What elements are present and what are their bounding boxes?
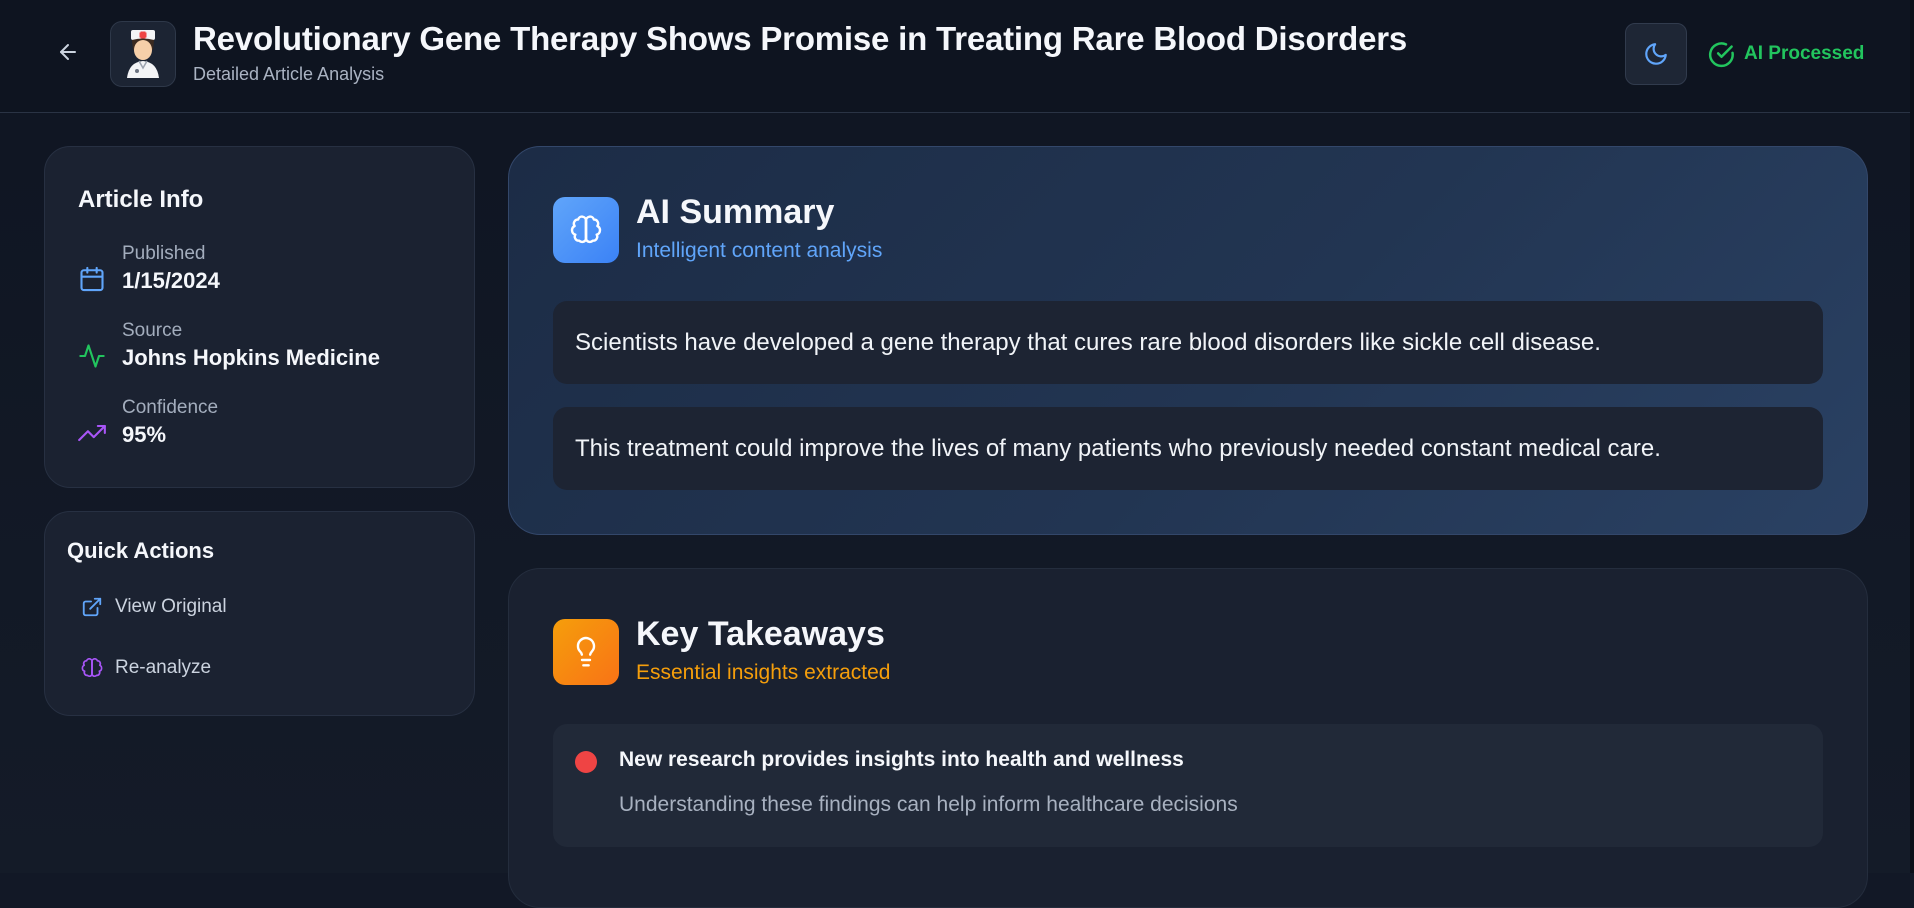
page-subtitle: Detailed Article Analysis bbox=[193, 64, 385, 84]
check-circle-icon bbox=[1708, 41, 1734, 67]
calendar-icon bbox=[80, 266, 104, 292]
summary-item: Scientists have developed a gene therapy… bbox=[553, 301, 1823, 384]
article-info-panel: Article Info Published 1/15/2024 Source … bbox=[44, 146, 475, 488]
doctor-avatar bbox=[110, 21, 176, 87]
page-scrollbar[interactable] bbox=[1910, 0, 1914, 873]
confidence-label: Confidence bbox=[122, 397, 219, 418]
source-row: Source Johns Hopkins Medicine bbox=[78, 320, 458, 380]
published-label: Published bbox=[122, 243, 206, 264]
key-takeaways-card: Key Takeaways Essential insights extract… bbox=[508, 568, 1868, 908]
view-original-button[interactable]: View Original bbox=[81, 590, 227, 624]
key-takeaways-subtitle: Essential insights extracted bbox=[636, 661, 891, 684]
article-info-title: Article Info bbox=[78, 186, 204, 213]
page-title: Revolutionary Gene Therapy Shows Promise… bbox=[193, 20, 1408, 57]
key-takeaways-icon-box bbox=[553, 619, 619, 685]
quick-actions-panel: Quick Actions View Original Re-analyze bbox=[44, 511, 475, 716]
takeaway-item: New research provides insights into heal… bbox=[553, 724, 1823, 847]
back-button[interactable] bbox=[50, 34, 86, 70]
published-value: 1/15/2024 bbox=[122, 268, 220, 293]
view-original-label: View Original bbox=[115, 596, 227, 617]
takeaway-description: Understanding these findings can help in… bbox=[619, 793, 1238, 816]
status-badge: AI Processed bbox=[1708, 40, 1864, 68]
re-analyze-button[interactable]: Re-analyze bbox=[81, 651, 211, 685]
re-analyze-label: Re-analyze bbox=[115, 657, 212, 678]
status-label: AI Processed bbox=[1744, 43, 1865, 64]
quick-actions-title: Quick Actions bbox=[67, 538, 215, 563]
takeaway-title: New research provides insights into heal… bbox=[619, 748, 1184, 771]
moon-icon bbox=[1645, 43, 1667, 65]
confidence-value: 95% bbox=[122, 422, 167, 447]
ai-summary-subtitle: Intelligent content analysis bbox=[636, 239, 883, 262]
brain-icon bbox=[81, 658, 103, 678]
ai-summary-icon-box bbox=[553, 197, 619, 263]
arrow-left-icon bbox=[60, 44, 76, 60]
external-link-icon bbox=[82, 597, 102, 617]
summary-item: This treatment could improve the lives o… bbox=[553, 407, 1823, 490]
source-label: Source bbox=[122, 320, 183, 341]
key-takeaways-title: Key Takeaways bbox=[636, 615, 885, 653]
priority-dot bbox=[575, 751, 597, 773]
activity-icon bbox=[79, 344, 105, 368]
top-bar: Revolutionary Gene Therapy Shows Promise… bbox=[0, 0, 1914, 113]
lightbulb-icon bbox=[576, 636, 596, 667]
published-row: Published 1/15/2024 bbox=[78, 243, 458, 303]
confidence-row: Confidence 95% bbox=[78, 397, 458, 457]
theme-toggle-button[interactable] bbox=[1625, 23, 1687, 85]
source-value: Johns Hopkins Medicine bbox=[122, 345, 380, 370]
ai-summary-title: AI Summary bbox=[636, 193, 835, 231]
brain-icon bbox=[570, 215, 602, 244]
trending-up-icon bbox=[78, 424, 106, 442]
ai-summary-card: AI Summary Intelligent content analysis … bbox=[508, 146, 1868, 535]
